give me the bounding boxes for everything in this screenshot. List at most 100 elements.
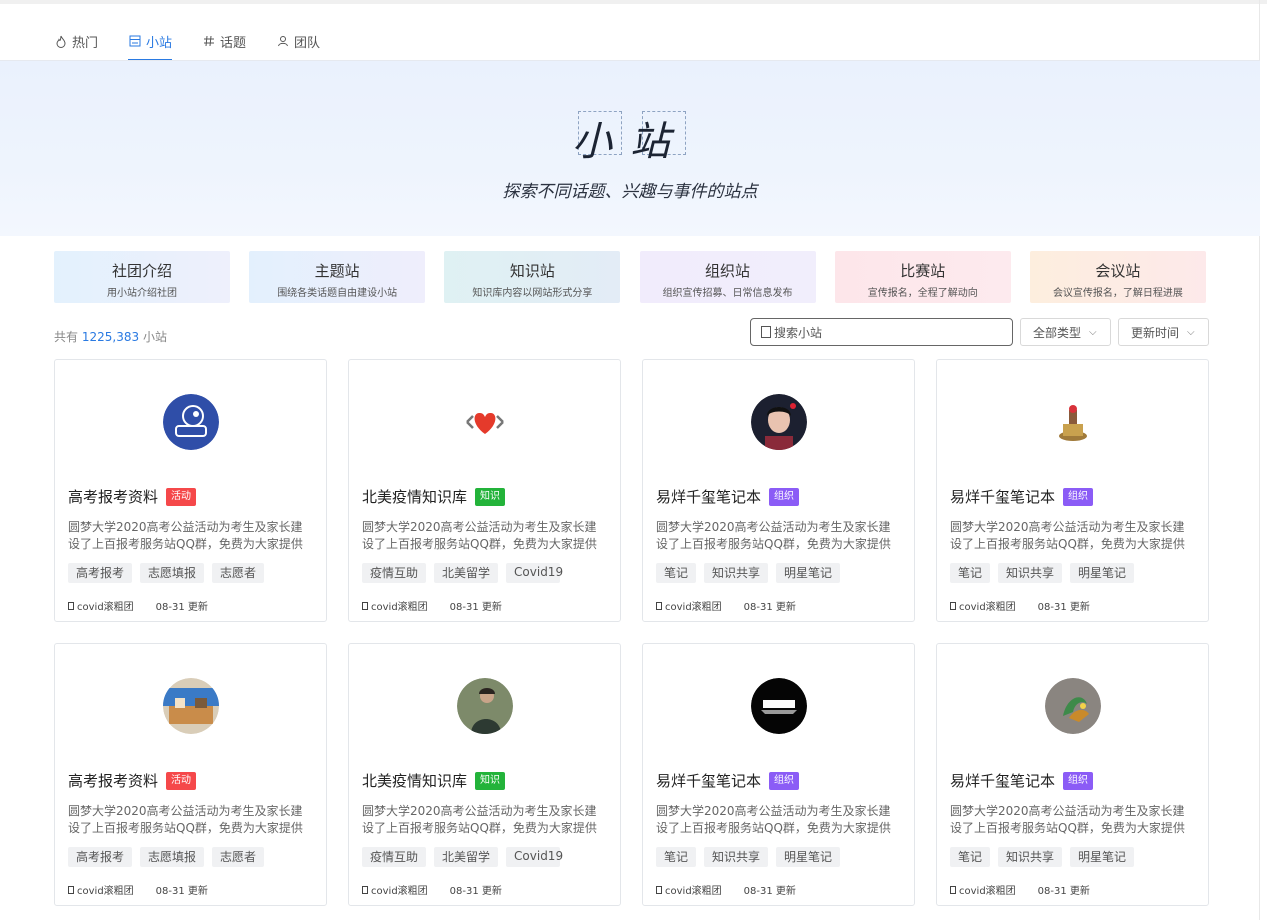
site-title[interactable]: 易烊千玺笔记本 组织 xyxy=(656,486,800,507)
category-title: 组织站 xyxy=(705,262,751,280)
site-card[interactable]: 易烊千玺笔记本 组织圆梦大学2020高考公益活动为考生及家长建设了上百报考服务站Q… xyxy=(642,643,915,906)
site-tags: 笔记 知识共享 明星笔记 xyxy=(950,847,1142,867)
type-filter-select[interactable]: 全部类型 ⌵ xyxy=(1020,318,1111,346)
tab-sites-label: 小站 xyxy=(146,35,173,51)
site-tag[interactable]: 明星笔记 xyxy=(776,563,841,583)
site-type-badge: 知识 xyxy=(475,487,506,506)
category-knowledge[interactable]: 知识站 知识库内容以网站形式分享 xyxy=(444,251,621,303)
site-title[interactable]: 易烊千玺笔记本 组织 xyxy=(656,770,800,791)
site-tag[interactable]: 高考报考 xyxy=(68,847,133,867)
site-card[interactable]: 易烊千玺笔记本 组织 圆梦大学2020高考公益活动为考生及家长建设了上百报考服务站Q… xyxy=(936,359,1209,622)
category-contest[interactable]: 比赛站 宣传报名，全程了解动向 xyxy=(834,251,1011,303)
site-tag[interactable]: 北美留学 xyxy=(434,847,499,867)
site-title[interactable]: 北美疫情知识库 知识 xyxy=(362,770,506,791)
search-input[interactable]: 搜索小站 xyxy=(750,318,1013,346)
category-org[interactable]: 组织站 组织宣传招募、日常信息发布 xyxy=(639,251,816,303)
tab-sites[interactable]: 小站 xyxy=(128,22,173,61)
user-icon xyxy=(362,885,368,894)
tab-hot-label: 热门 xyxy=(72,35,99,51)
site-avatar xyxy=(163,678,219,734)
site-title[interactable]: 北美疫情知识库 知识 xyxy=(362,486,506,507)
site-owner[interactable]: covid滚粗团 xyxy=(656,598,722,613)
site-title-text: 北美疫情知识库 xyxy=(362,772,468,790)
category-title: 主题站 xyxy=(314,262,360,280)
site-tag[interactable]: 北美留学 xyxy=(434,563,499,583)
site-owner[interactable]: covid滚粗团 xyxy=(68,598,134,613)
site-title-text: 高考报考资料 xyxy=(68,772,159,790)
site-avatar xyxy=(163,394,219,450)
tab-hot[interactable]: 热门 xyxy=(54,22,98,60)
site-owner[interactable]: covid滚粗团 xyxy=(950,882,1016,897)
site-tag[interactable]: 笔记 xyxy=(656,563,697,583)
sort-select[interactable]: 更新时间 ⌵ xyxy=(1118,318,1209,346)
category-row: 社团介绍 用小站介绍社团 主题站 围绕各类话题自由建设小站 知识站 知识库内容以… xyxy=(54,251,1206,303)
site-tag[interactable]: 知识共享 xyxy=(704,563,769,583)
site-tag[interactable]: Covid19 xyxy=(506,563,563,583)
site-meta: covid滚粗团 08-31 更新 xyxy=(950,882,1090,897)
category-club[interactable]: 社团介绍 用小站介绍社团 xyxy=(54,251,230,303)
category-desc: 宣传报名，全程了解动向 xyxy=(867,288,978,299)
site-tag[interactable]: 明星笔记 xyxy=(1070,563,1135,583)
site-title[interactable]: 高考报考资料 活动 xyxy=(68,486,197,507)
site-tag[interactable]: 疫情互助 xyxy=(362,847,427,867)
site-owner[interactable]: covid滚粗团 xyxy=(362,882,428,897)
site-owner[interactable]: covid滚粗团 xyxy=(656,882,722,897)
site-card[interactable]: 北美疫情知识库 知识 圆梦大学2020高考公益活动为考生及家长建设了上百报考服务站Q… xyxy=(348,359,621,622)
site-tag[interactable]: 志愿者 xyxy=(212,563,265,583)
site-card[interactable]: 北美疫情知识库 知识圆梦大学2020高考公益活动为考生及家长建设了上百报考服务站Q… xyxy=(348,643,621,906)
site-card[interactable]: 易烊千玺笔记本 组织 圆梦大学2020高考公益活动为考生及家长建设了上百报考服务站Q… xyxy=(936,643,1209,906)
site-tag[interactable]: Covid19 xyxy=(506,847,563,867)
site-avatar xyxy=(457,394,513,450)
tab-topics[interactable]: 话题 xyxy=(202,22,246,60)
count-prefix: 共有 xyxy=(54,330,79,344)
category-meeting[interactable]: 会议站 会议宣传报名，了解日程进展 xyxy=(1029,251,1206,303)
site-avatar xyxy=(1045,678,1101,734)
site-type-badge: 组织 xyxy=(769,771,800,790)
site-description: 圆梦大学2020高考公益活动为考生及家长建设了上百报考服务站QQ群，免费为大家提… xyxy=(68,520,303,551)
site-tag[interactable]: 笔记 xyxy=(950,847,991,867)
site-tag[interactable]: 知识共享 xyxy=(704,847,769,867)
hero-banner: 小站 探索不同话题、兴趣与事件的站点 xyxy=(0,61,1260,236)
site-card[interactable]: 高考报考资料 活动 圆梦大学2020高考公益活动为考生及家长建设了上百报考服务站QQ… xyxy=(54,643,327,906)
site-owner[interactable]: covid滚粗团 xyxy=(362,598,428,613)
site-updated: 08-31 更新 xyxy=(449,602,502,613)
hash-icon xyxy=(202,34,216,48)
site-title[interactable]: 易烊千玺笔记本 组织 xyxy=(950,486,1094,507)
site-owner-name: covid滚粗团 xyxy=(371,602,428,613)
site-title[interactable]: 高考报考资料 活动 xyxy=(68,770,197,791)
site-owner-name: covid滚粗团 xyxy=(77,886,134,897)
category-title: 社团介绍 xyxy=(111,262,172,280)
site-description: 圆梦大学2020高考公益活动为考生及家长建设了上百报考服务站QQ群，免费为大家提… xyxy=(656,804,891,835)
site-meta: covid滚粗团 08-31 更新 xyxy=(950,598,1090,613)
site-tag[interactable]: 疫情互助 xyxy=(362,563,427,583)
site-tag[interactable]: 志愿填报 xyxy=(140,563,205,583)
category-title: 知识站 xyxy=(509,262,555,280)
site-card[interactable]: 易烊千玺笔记本 组织 圆梦大学2020高考公益活动为考生及家长建设了上百报考服务站Q… xyxy=(642,359,915,622)
site-tag[interactable]: 高考报考 xyxy=(68,563,133,583)
site-updated: 08-31 更新 xyxy=(155,886,208,897)
category-topic[interactable]: 主题站 围绕各类话题自由建设小站 xyxy=(249,251,426,303)
sort-value: 更新时间 xyxy=(1131,325,1180,340)
tab-teams[interactable]: 团队 xyxy=(276,22,320,60)
site-tag[interactable]: 笔记 xyxy=(950,563,991,583)
site-owner[interactable]: covid滚粗团 xyxy=(950,598,1016,613)
site-tags: 笔记 知识共享 明星笔记 xyxy=(656,847,848,867)
site-title[interactable]: 易烊千玺笔记本 组织 xyxy=(950,770,1094,791)
user-icon xyxy=(950,601,956,610)
user-icon xyxy=(362,601,368,610)
site-title-text: 高考报考资料 xyxy=(68,488,159,506)
site-tag[interactable]: 明星笔记 xyxy=(776,847,841,867)
site-tag[interactable]: 知识共享 xyxy=(998,563,1063,583)
site-tag[interactable]: 志愿者 xyxy=(212,847,265,867)
site-card[interactable]: 高考报考资料 活动圆梦大学2020高考公益活动为考生及家长建设了上百报考服务站QQ… xyxy=(54,359,327,622)
site-tag[interactable]: 笔记 xyxy=(656,847,697,867)
site-description: 圆梦大学2020高考公益活动为考生及家长建设了上百报考服务站QQ群，免费为大家提… xyxy=(362,804,597,835)
site-tag[interactable]: 知识共享 xyxy=(998,847,1063,867)
site-owner-name: covid滚粗团 xyxy=(371,886,428,897)
site-owner[interactable]: covid滚粗团 xyxy=(68,882,134,897)
site-tag[interactable]: 明星笔记 xyxy=(1070,847,1135,867)
category-desc: 知识库内容以网站形式分享 xyxy=(472,288,593,299)
site-title-text: 易烊千玺笔记本 xyxy=(656,488,762,506)
site-tag[interactable]: 志愿填报 xyxy=(140,847,205,867)
site-meta: covid滚粗团 08-31 更新 xyxy=(68,882,208,897)
